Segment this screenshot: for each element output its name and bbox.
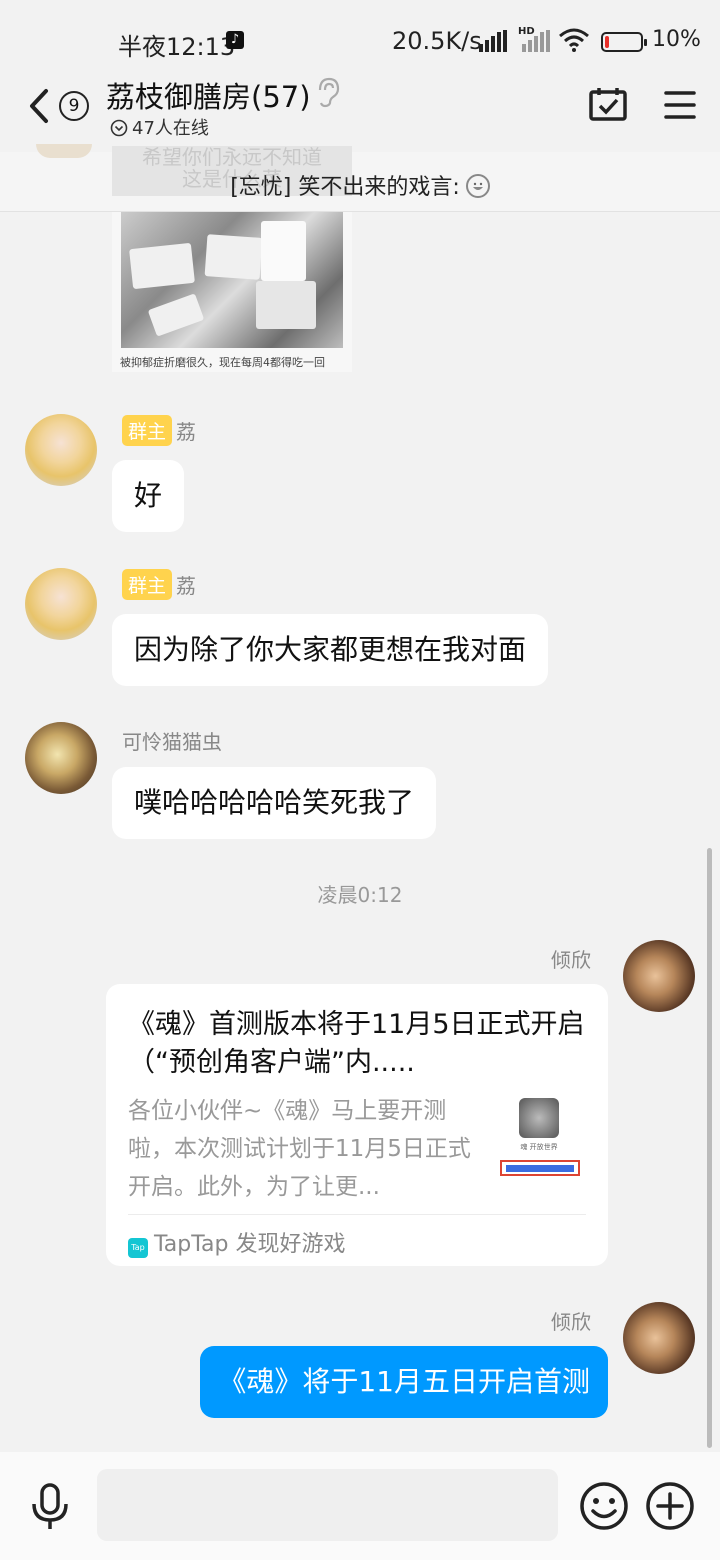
food-photo[interactable] (121, 212, 343, 348)
game-logo-icon (519, 1098, 559, 1138)
online-count-label: 47人在线 (132, 118, 209, 139)
message-list[interactable]: 被抑郁症折磨很久，现在每周4都得吃一回 群主荔 好 群主荔 因为除了你大家都更想… (0, 212, 720, 1452)
sender-name: 群主荔 (122, 569, 196, 600)
pinned-message-bar[interactable]: 希望你们永远不知道 这是什么菜 [忘忧] 笑不出来的戏言: (0, 144, 720, 212)
taptap-icon: Tap (128, 1238, 148, 1258)
pinned-text-row: [忘忧] 笑不出来的戏言: (0, 169, 720, 201)
thumb-button (500, 1160, 580, 1176)
chevron-down-circle-icon (110, 119, 128, 137)
status-time: 半夜12:13 (118, 33, 236, 61)
owner-badge: 群主 (122, 569, 173, 600)
group-title[interactable]: 荔枝御膳房(57) (106, 74, 311, 116)
avatar[interactable] (25, 722, 97, 794)
image-message[interactable]: 被抑郁症折磨很久，现在每周4都得吃一回 (112, 212, 352, 372)
signal-hd-icon: HD (518, 26, 550, 52)
input-bar (0, 1452, 720, 1560)
avatar[interactable] (623, 1302, 695, 1374)
battery-icon (601, 32, 647, 52)
microphone-icon[interactable] (30, 1482, 70, 1532)
chat-header: 9 荔枝御膳房(57) 47人在线 (0, 70, 720, 152)
back-arrow-icon[interactable] (26, 87, 52, 125)
battery-percent: 10% (652, 27, 701, 52)
network-speed: 20.5K/s (392, 27, 482, 55)
avatar[interactable] (25, 414, 97, 486)
scrollbar[interactable] (707, 848, 712, 1448)
link-card-message[interactable]: 《魂》首测版本将于11月5日正式开启（“预创角客户端”内..... 各位小伙伴~… (106, 984, 608, 1266)
avatar[interactable] (623, 940, 695, 1012)
menu-icon[interactable] (664, 90, 696, 120)
status-bar: 半夜12:13 ♪ 20.5K/s HD 10% (0, 0, 720, 80)
card-title: 《魂》首测版本将于11月5日正式开启（“预创角客户端”内..... (128, 1009, 585, 1078)
image-caption: 被抑郁症折磨很久，现在每周4都得吃一回 (120, 356, 325, 369)
sender-name: 倾欣 (551, 1310, 591, 1334)
calendar-check-icon[interactable] (588, 86, 628, 122)
sender-name: 群主荔 (122, 415, 196, 446)
message-bubble[interactable]: 因为除了你大家都更想在我对面 (112, 614, 549, 686)
pinned-text: [忘忧] 笑不出来的戏言: (230, 175, 460, 200)
plus-icon[interactable] (644, 1480, 696, 1532)
time-divider: 凌晨0:12 (317, 883, 403, 907)
card-divider (128, 1214, 586, 1215)
card-description: 各位小伙伴~《魂》马上要开测啦，本次测试计划于11月5日正式开启。此外，为了让更… (128, 1098, 471, 1200)
signal-icon (479, 30, 511, 52)
message-bubble[interactable]: 好 (112, 460, 185, 532)
grin-emoji-icon (465, 174, 490, 198)
message-input[interactable] (97, 1469, 558, 1541)
wifi-icon (559, 28, 589, 52)
unread-count-badge[interactable]: 9 (59, 91, 89, 121)
ghost-avatar (36, 144, 92, 158)
tiktok-icon: ♪ (226, 31, 244, 49)
ear-icon[interactable] (314, 76, 342, 108)
thumb-text: 魂 开放世界 (520, 1143, 558, 1151)
my-message-bubble[interactable]: 《魂》将于11月五日开启首测 (200, 1346, 608, 1418)
sender-label: 荔 (176, 420, 197, 444)
emoji-icon[interactable] (578, 1480, 630, 1532)
online-count[interactable]: 47人在线 (110, 114, 209, 140)
card-source: Tap TapTap 发现好游戏 (128, 1226, 345, 1258)
sender-name: 倾欣 (551, 948, 591, 972)
card-source-label: TapTap 发现好游戏 (154, 1232, 346, 1257)
sender-name: 可怜猫猫虫 (122, 730, 222, 754)
hd-label: HD (518, 26, 535, 37)
sender-label: 荔 (176, 574, 197, 598)
card-thumbnail: 魂 开放世界 (494, 1092, 584, 1184)
owner-badge: 群主 (122, 415, 173, 446)
avatar[interactable] (25, 568, 97, 640)
message-bubble[interactable]: 噗哈哈哈哈哈笑死我了 (112, 767, 437, 839)
